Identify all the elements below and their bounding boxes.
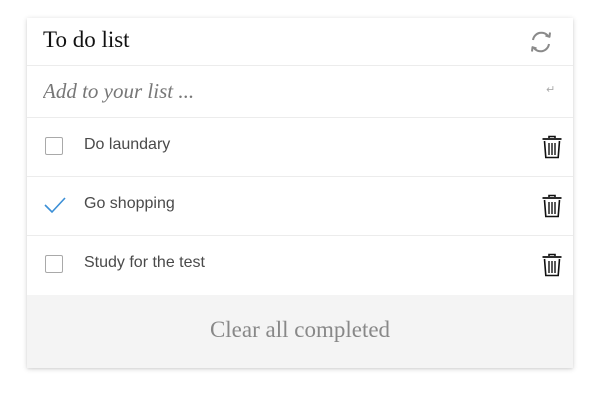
todo-label: Study for the test: [84, 254, 205, 271]
add-item-input[interactable]: [41, 74, 523, 108]
trash-icon[interactable]: [541, 253, 563, 277]
trash-icon[interactable]: [541, 135, 563, 159]
footer: Clear all completed: [27, 295, 573, 368]
todo-label: Do laundary: [84, 136, 171, 153]
page-title: To do list: [43, 27, 130, 52]
enter-icon[interactable]: ↵: [546, 83, 555, 96]
checkmark-icon: [44, 197, 66, 214]
list-item: Study for the test: [27, 236, 573, 294]
trash-icon[interactable]: [541, 194, 563, 218]
clear-completed-button[interactable]: Clear all completed: [27, 317, 573, 343]
header: To do list: [27, 18, 573, 66]
refresh-icon[interactable]: [526, 27, 556, 57]
list-item: Do laundary: [27, 118, 573, 177]
todo-label: Go shopping: [84, 195, 175, 212]
checkbox[interactable]: [44, 196, 66, 214]
checkbox[interactable]: [45, 137, 63, 155]
add-item-row: ↵: [27, 66, 573, 118]
checkbox[interactable]: [45, 255, 63, 273]
list-item: Go shopping: [27, 177, 573, 236]
todo-card: To do list ↵ Do laundary: [27, 18, 573, 368]
